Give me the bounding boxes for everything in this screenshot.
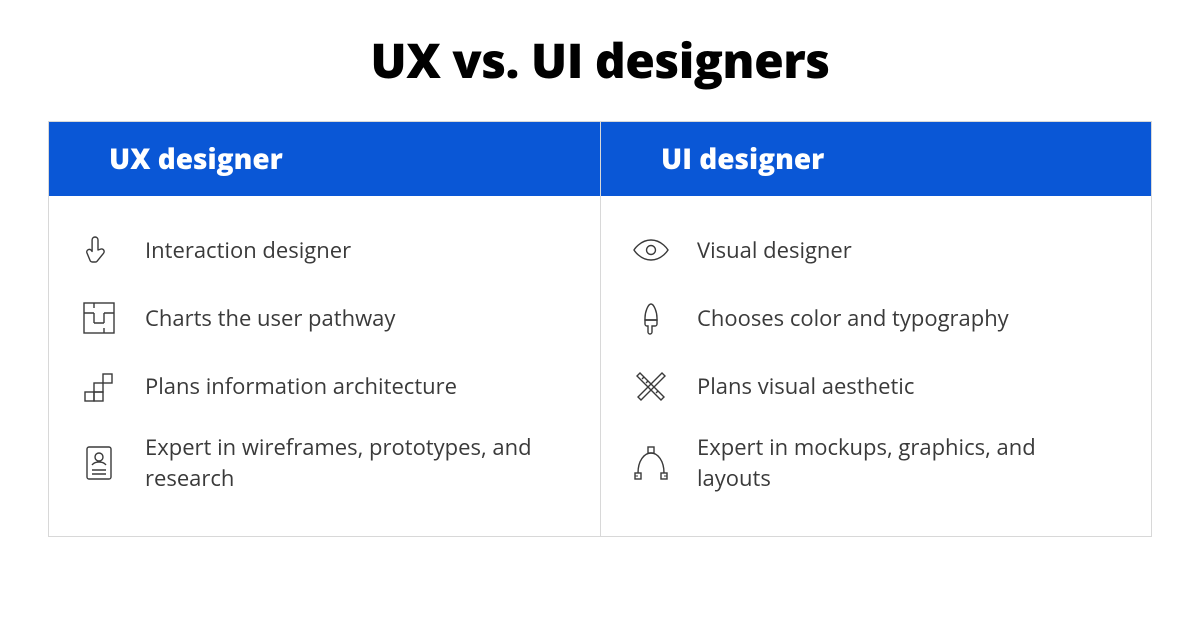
list-item: Interaction designer [77,216,572,284]
list-item-label: Charts the user pathway [145,303,395,334]
maze-icon [77,296,121,340]
list-item: Chooses color and typography [629,284,1123,352]
list-item: Expert in mockups, graphics, and layouts [629,420,1123,506]
comparison-table: UX designer Interaction designer [48,121,1152,537]
list-item-label: Expert in mockups, graphics, and layouts [697,432,1097,494]
list-item-label: Plans visual aesthetic [697,371,914,402]
list-item-label: Visual designer [697,235,852,266]
list-item: Plans information architecture [77,352,572,420]
column-ux: UX designer Interaction designer [49,122,600,536]
list-item: Visual designer [629,216,1123,284]
blocks-icon [77,364,121,408]
page-title: UX vs. UI designers [48,28,1152,93]
list-item-label: Expert in wireframes, prototypes, and re… [145,432,545,494]
pointer-hand-icon [77,228,121,272]
list-item-label: Chooses color and typography [697,303,1009,334]
paintbrush-icon [629,296,673,340]
column-heading-ui: UI designer [601,122,1151,196]
list-item: Charts the user pathway [77,284,572,352]
eye-icon [629,228,673,272]
column-body-ui: Visual designer Chooses color and typogr… [601,196,1151,536]
vector-curve-icon [629,441,673,485]
column-body-ux: Interaction designer Charts the user pat… [49,196,600,536]
list-item: Plans visual aesthetic [629,352,1123,420]
column-heading-ux: UX designer [49,122,600,196]
list-item-label: Plans information architecture [145,371,457,402]
list-item: Expert in wireframes, prototypes, and re… [77,420,572,506]
pencil-ruler-icon [629,364,673,408]
column-ui: UI designer Visual designer [600,122,1151,536]
profile-document-icon [77,441,121,485]
list-item-label: Interaction designer [145,235,351,266]
comparison-diagram: UX vs. UI designers UX designer Interact… [0,0,1200,537]
